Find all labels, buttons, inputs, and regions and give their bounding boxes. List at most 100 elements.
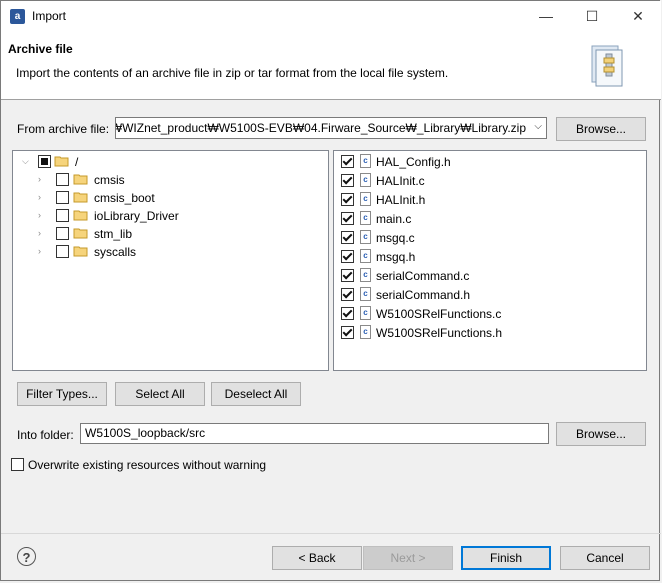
folder-icon <box>73 210 88 221</box>
from-archive-label: From archive file: <box>17 122 110 136</box>
c-file-icon: c <box>360 192 371 206</box>
filter-types-button[interactable]: Filter Types... <box>17 382 107 406</box>
file-label: HALInit.h <box>376 193 426 207</box>
file-checkbox[interactable] <box>341 269 354 282</box>
file-label: HALInit.c <box>376 174 425 188</box>
file-label: HAL_Config.h <box>376 155 451 169</box>
tree-item-checkbox[interactable] <box>56 173 69 186</box>
c-file-icon: c <box>360 154 371 168</box>
c-file-icon: c <box>360 306 371 320</box>
chevron-down-icon[interactable]: ⌵ <box>22 156 29 167</box>
folder-icon <box>73 246 88 257</box>
chevron-right-icon[interactable]: › <box>38 228 41 238</box>
list-item[interactable]: c HALInit.c <box>334 172 634 190</box>
list-item[interactable]: c W5100SRelFunctions.c <box>334 305 634 323</box>
file-checkbox[interactable] <box>341 307 354 320</box>
file-checkbox[interactable] <box>341 155 354 168</box>
root-checkbox[interactable] <box>38 155 51 168</box>
file-checkbox[interactable] <box>341 288 354 301</box>
page-description: Import the contents of an archive file i… <box>16 66 449 80</box>
footer-divider <box>1 533 661 534</box>
finish-button[interactable]: Finish <box>461 546 551 570</box>
list-item[interactable]: c HALInit.h <box>334 191 634 209</box>
file-checkbox[interactable] <box>341 174 354 187</box>
file-label: W5100SRelFunctions.h <box>376 326 503 340</box>
cancel-button[interactable]: Cancel <box>560 546 650 570</box>
chevron-right-icon[interactable]: › <box>38 246 41 256</box>
close-button[interactable]: ✕ <box>615 1 661 32</box>
import-dialog: a Import — ☐ ✕ Archive file Import the c… <box>0 0 661 581</box>
file-list[interactable]: c HAL_Config.h c HALInit.c c HALInit.h c… <box>333 150 647 371</box>
folder-tree[interactable]: ⌵ / › cmsis › cmsis_boot › ioLibrary_Dri… <box>12 150 329 371</box>
folder-icon <box>73 174 88 185</box>
open-folder-icon <box>54 156 69 167</box>
file-label: msgq.c <box>376 231 415 245</box>
tree-item-label: cmsis_boot <box>94 191 155 205</box>
tree-item[interactable]: › stm_lib <box>13 225 313 243</box>
deselect-all-button[interactable]: Deselect All <box>211 382 301 406</box>
file-checkbox[interactable] <box>341 250 354 263</box>
file-label: W5100SRelFunctions.c <box>376 307 502 321</box>
tree-item-label: cmsis <box>94 173 125 187</box>
folder-icon <box>73 192 88 203</box>
list-item[interactable]: c serialCommand.h <box>334 286 634 304</box>
tree-item-checkbox[interactable] <box>56 209 69 222</box>
file-checkbox[interactable] <box>341 212 354 225</box>
overwrite-option[interactable]: Overwrite existing resources without war… <box>11 456 311 474</box>
chevron-down-icon[interactable]: ⌵ <box>534 121 542 132</box>
maximize-button[interactable]: ☐ <box>569 1 615 32</box>
tree-item[interactable]: › cmsis <box>13 171 313 189</box>
archive-path-combo[interactable]: net₩WIZnet_product₩W5100S-EVB₩04.Firware… <box>115 117 547 139</box>
file-checkbox[interactable] <box>341 231 354 244</box>
file-label: serialCommand.c <box>376 269 470 283</box>
list-item[interactable]: c W5100SRelFunctions.h <box>334 324 634 342</box>
file-checkbox[interactable] <box>341 326 354 339</box>
chevron-right-icon[interactable]: › <box>38 210 41 220</box>
browse-folder-button[interactable]: Browse... <box>556 422 646 446</box>
tree-item[interactable]: › syscalls <box>13 243 313 261</box>
tree-root-row[interactable]: ⌵ / <box>13 153 313 171</box>
minimize-button[interactable]: — <box>523 1 569 32</box>
c-file-icon: c <box>360 249 371 263</box>
tree-item-checkbox[interactable] <box>56 227 69 240</box>
tree-item-label: syscalls <box>94 245 137 259</box>
tree-root-label: / <box>75 155 79 169</box>
chevron-right-icon[interactable]: › <box>38 174 41 184</box>
archive-path-value: net₩WIZnet_product₩W5100S-EVB₩04.Firware… <box>115 121 526 135</box>
into-folder-input[interactable]: W5100S_loopback/src <box>80 423 549 444</box>
wizard-header: Archive file Import the contents of an a… <box>1 32 661 100</box>
overwrite-label: Overwrite existing resources without war… <box>28 458 267 472</box>
title-bar: a Import — ☐ ✕ <box>1 1 661 32</box>
app-icon: a <box>10 9 25 24</box>
file-checkbox[interactable] <box>341 193 354 206</box>
select-all-button[interactable]: Select All <box>115 382 205 406</box>
back-button[interactable]: < Back <box>272 546 362 570</box>
into-folder-label: Into folder: <box>17 428 74 442</box>
chevron-right-icon[interactable]: › <box>38 192 41 202</box>
tree-item-label: stm_lib <box>94 227 133 241</box>
list-item[interactable]: c serialCommand.c <box>334 267 634 285</box>
tree-item-checkbox[interactable] <box>56 245 69 258</box>
c-file-icon: c <box>360 173 371 187</box>
list-item[interactable]: c msgq.c <box>334 229 634 247</box>
help-icon[interactable]: ? <box>17 547 36 566</box>
tree-item[interactable]: › cmsis_boot <box>13 189 313 207</box>
list-item[interactable]: c main.c <box>334 210 634 228</box>
file-label: serialCommand.h <box>376 288 471 302</box>
overwrite-checkbox[interactable] <box>11 458 24 471</box>
page-title: Archive file <box>8 42 73 56</box>
tree-item-checkbox[interactable] <box>56 191 69 204</box>
folder-icon <box>73 228 88 239</box>
c-file-icon: c <box>360 287 371 301</box>
tree-item-label: ioLibrary_Driver <box>94 209 179 223</box>
tree-item[interactable]: › ioLibrary_Driver <box>13 207 313 225</box>
window-title: Import <box>32 9 67 23</box>
next-button[interactable]: Next > <box>363 546 453 570</box>
list-item[interactable]: c msgq.h <box>334 248 634 266</box>
browse-archive-button[interactable]: Browse... <box>556 117 646 141</box>
archive-wizard-icon <box>591 45 623 87</box>
c-file-icon: c <box>360 268 371 282</box>
c-file-icon: c <box>360 211 371 225</box>
file-label: msgq.h <box>376 250 416 264</box>
list-item[interactable]: c HAL_Config.h <box>334 153 634 171</box>
